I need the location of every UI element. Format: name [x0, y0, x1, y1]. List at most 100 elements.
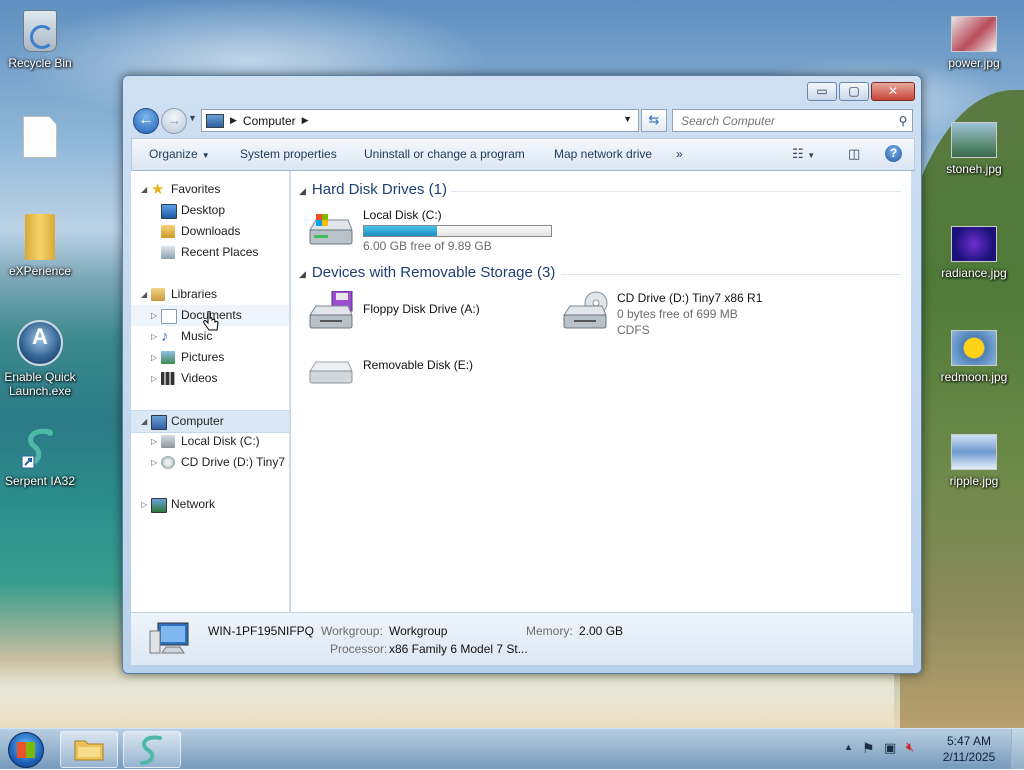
folder-icon	[74, 740, 104, 761]
clock-time[interactable]: 5:47 AM	[934, 734, 1004, 748]
help-button[interactable]: ?	[885, 145, 902, 162]
close-button[interactable]: ✕	[871, 82, 915, 101]
nav-item-downloads[interactable]: Downloads	[131, 221, 289, 242]
desktop-icon-redmoon-jpg[interactable]: redmoon.jpg	[934, 330, 1014, 384]
desktop-icon-label: Recycle Bin	[8, 56, 72, 70]
preview-pane-button[interactable]: ◫	[848, 146, 860, 162]
image-thumbnail-icon	[951, 122, 997, 158]
drive-name: Local Disk (C:)	[363, 208, 442, 222]
recent-pages-dropdown[interactable]: ▼	[188, 113, 197, 123]
content-pane: ◢ Hard Disk Drives (1) Local Disk (C:) 6.…	[291, 171, 911, 612]
more-commands-button[interactable]: »	[676, 147, 683, 161]
desktop-icon-enable-quick-launch[interactable]: Enable Quick Launch.exe	[0, 320, 80, 398]
maximize-button[interactable]: ▢	[839, 82, 869, 101]
nav-item-desktop[interactable]: Desktop	[131, 200, 289, 221]
uninstall-program-button[interactable]: Uninstall or change a program	[364, 147, 525, 161]
nav-item-cd-drive[interactable]: ▷ CD Drive (D:) Tiny7 x	[131, 452, 289, 473]
start-button[interactable]	[8, 732, 44, 768]
action-center-flag-icon[interactable]: ⚑	[862, 740, 875, 757]
help-icon: ?	[889, 146, 898, 160]
search-icon[interactable]: ⚲	[894, 114, 912, 128]
address-bar[interactable]: ▶ Computer ▶ ▼	[201, 109, 639, 132]
nav-item-videos[interactable]: ▷ Videos	[131, 368, 289, 389]
chevron-down-icon: ▼	[201, 151, 210, 160]
nav-label: Libraries	[171, 287, 218, 301]
desktop-icon-serpent[interactable]: Serpent IA32	[0, 426, 80, 488]
system-tray: ▲ ⚑ ▣ 🔇︎ 5:47 AM 2/11/2025	[834, 729, 1024, 769]
desktop-icon-recycle-bin[interactable]: Recycle Bin	[0, 10, 80, 70]
collapsed-arrow-icon[interactable]: ▷	[151, 347, 157, 368]
collapsed-arrow-icon[interactable]: ▷	[151, 431, 157, 452]
address-dropdown-icon[interactable]: ▼	[623, 114, 632, 124]
clock-date[interactable]: 2/11/2025	[934, 750, 1004, 764]
taskbar-serpent-button[interactable]	[123, 731, 181, 768]
breadcrumb-separator-icon[interactable]: ▶	[230, 115, 237, 126]
hard-drive-icon	[161, 435, 175, 448]
show-hidden-icons-button[interactable]: ▲	[844, 742, 853, 752]
nav-item-local-disk[interactable]: ▷ Local Disk (C:)	[131, 431, 289, 452]
group-header-hard-disks[interactable]: ◢ Hard Disk Drives (1)	[299, 181, 447, 198]
nav-item-libraries[interactable]: ◢ Libraries	[131, 284, 289, 305]
desktop-icon-label: redmoon.jpg	[940, 370, 1008, 384]
network-tray-icon[interactable]: ▣	[884, 740, 896, 756]
change-view-button[interactable]: ☷ ▼	[792, 146, 815, 162]
group-header-removable[interactable]: ◢ Devices with Removable Storage (3)	[299, 264, 555, 281]
back-button[interactable]: ←	[133, 108, 159, 134]
pictures-icon	[161, 351, 175, 364]
nav-item-computer[interactable]: ◢ Computer	[131, 410, 289, 433]
nav-item-recent-places[interactable]: Recent Places	[131, 242, 289, 263]
cd-drive-icon	[161, 456, 175, 469]
image-thumbnail-icon	[951, 226, 997, 262]
organize-button[interactable]: Organize ▼	[149, 147, 210, 161]
breadcrumb-computer[interactable]: Computer	[243, 114, 296, 128]
collapsed-arrow-icon[interactable]: ▷	[141, 494, 147, 515]
nav-item-pictures[interactable]: ▷ Pictures	[131, 347, 289, 368]
desktop-icon-blank-file[interactable]	[0, 116, 80, 162]
system-properties-button[interactable]: System properties	[240, 147, 337, 161]
drive-name: CD Drive (D:) Tiny7 x86 R1	[617, 291, 763, 305]
desktop-icon-ripple-jpg[interactable]: ripple.jpg	[934, 434, 1014, 488]
drive-floppy-a[interactable]: Floppy Disk Drive (A:)	[308, 291, 528, 335]
expanded-arrow-icon[interactable]: ◢	[141, 411, 147, 432]
desktop-icon-power-jpg[interactable]: power.jpg	[934, 16, 1014, 70]
nav-item-network[interactable]: ▷ Network	[131, 494, 289, 515]
collapsed-arrow-icon[interactable]: ▷	[151, 326, 157, 347]
volume-muted-icon[interactable]: 🔇︎	[906, 739, 914, 755]
back-arrow-icon: ←	[138, 111, 154, 128]
folder-icon	[25, 214, 55, 260]
expanded-arrow-icon[interactable]: ◢	[141, 284, 147, 305]
desktop-icon-radiance-jpg[interactable]: radiance.jpg	[934, 226, 1014, 280]
nav-label: Recent Places	[181, 245, 259, 259]
collapsed-arrow-icon[interactable]: ▷	[151, 368, 157, 389]
nav-label: Pictures	[181, 350, 225, 364]
forward-button[interactable]: →	[161, 108, 187, 134]
serpent-icon	[140, 735, 162, 765]
minimize-button[interactable]: ▭	[807, 82, 837, 101]
collapse-group-icon[interactable]: ◢	[299, 186, 306, 196]
expanded-arrow-icon[interactable]: ◢	[141, 179, 147, 200]
refresh-button[interactable]: ⇆	[641, 109, 667, 132]
collapsed-arrow-icon[interactable]: ▷	[151, 452, 157, 473]
desktop-icon-stoneh-jpg[interactable]: stoneh.jpg	[934, 122, 1014, 176]
image-thumbnail-icon	[951, 434, 997, 470]
floppy-drive-icon	[309, 291, 353, 329]
collapsed-arrow-icon[interactable]: ▷	[151, 305, 157, 326]
taskbar-explorer-button[interactable]	[60, 731, 118, 768]
group-divider	[451, 191, 901, 192]
drive-cd-d[interactable]: CD Drive (D:) Tiny7 x86 R1 0 bytes free …	[562, 291, 802, 339]
collapse-group-icon[interactable]: ◢	[299, 269, 306, 279]
drive-local-disk-c[interactable]: Local Disk (C:) 6.00 GB free of 9.89 GB	[308, 208, 568, 253]
nav-label: CD Drive (D:) Tiny7 x	[181, 455, 290, 469]
breadcrumb-separator-icon[interactable]: ▶	[302, 115, 309, 126]
downloads-folder-icon	[161, 225, 175, 238]
taskbar: ▲ ⚑ ▣ 🔇︎ 5:47 AM 2/11/2025	[0, 728, 1024, 769]
show-desktop-button[interactable]	[1011, 729, 1024, 769]
map-network-drive-button[interactable]: Map network drive	[554, 147, 652, 161]
nav-item-favorites[interactable]: ◢ ★ Favorites	[131, 179, 289, 200]
explorer-window: ▭ ▢ ✕ ← → ▼ ▶ Computer ▶ ▼ ⇆ ⚲ Organize▼…	[122, 75, 922, 674]
nav-label: Network	[171, 497, 216, 511]
drive-removable-e[interactable]: Removable Disk (E:)	[308, 347, 528, 391]
search-input[interactable]	[679, 112, 894, 129]
desktop-icon-experience[interactable]: eXPerience	[0, 214, 80, 278]
network-icon	[151, 498, 167, 513]
